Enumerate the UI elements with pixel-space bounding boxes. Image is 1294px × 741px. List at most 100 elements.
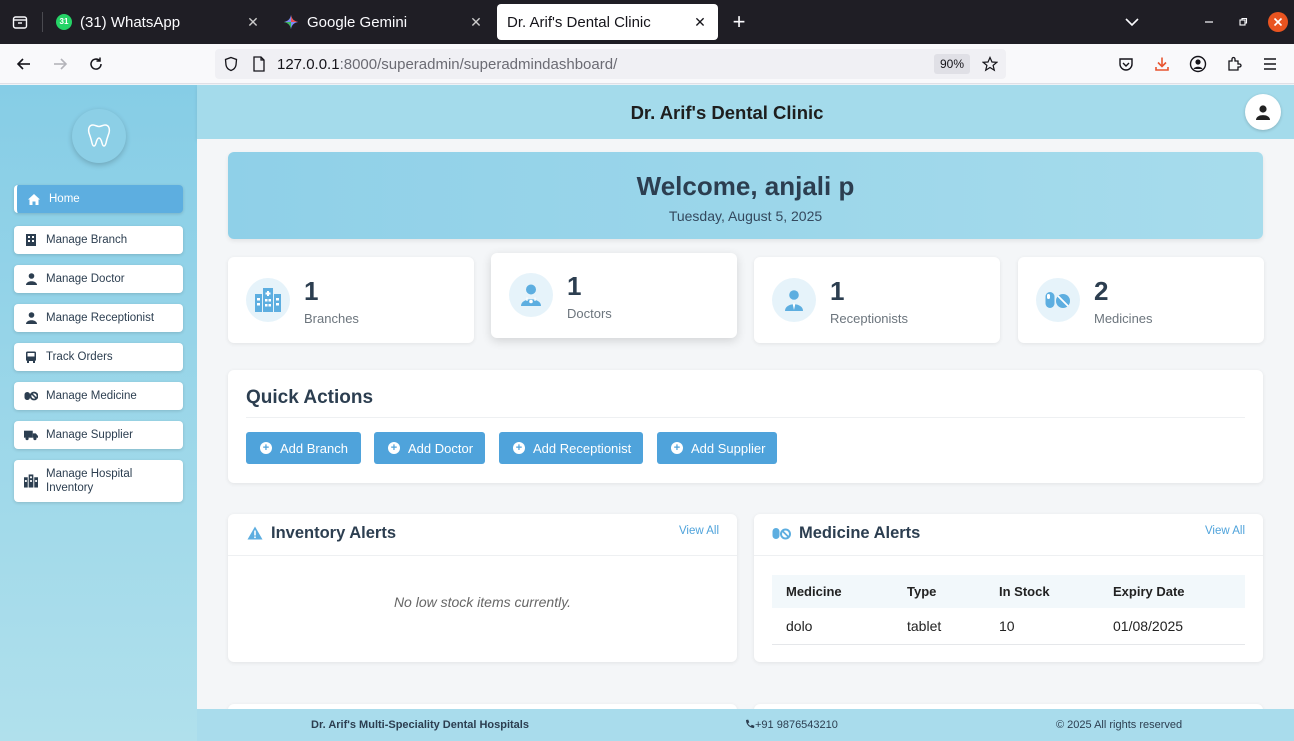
tab-dental-clinic[interactable]: Dr. Arif's Dental Clinic ✕ — [497, 4, 718, 40]
doctor-icon — [509, 273, 553, 317]
plus-circle-icon: + — [671, 442, 683, 454]
column-header: Type — [893, 575, 985, 608]
medicine-alerts-title: Medicine Alerts — [799, 524, 921, 542]
close-window-icon[interactable] — [1266, 10, 1290, 34]
tooth-logo-icon[interactable] — [72, 109, 126, 163]
table-cell: dolo — [772, 608, 893, 645]
sidebar-item-label: Manage Hospital Inventory — [46, 468, 133, 494]
plus-circle-icon: + — [260, 442, 272, 454]
add-doctor-button[interactable]: + Add Doctor — [374, 432, 485, 464]
sidebar-item-manage-receptionist[interactable]: Manage Receptionist — [14, 304, 183, 332]
footer: Dr. Arif's Multi-Speciality Dental Hospi… — [197, 709, 1294, 741]
whatsapp-icon: 31 — [56, 14, 72, 30]
footer-phone: +91 9876543210 — [745, 719, 838, 731]
button-label: Add Receptionist — [533, 440, 632, 456]
home-icon — [27, 192, 41, 206]
column-header: In Stock — [985, 575, 1099, 608]
phone-icon — [746, 719, 755, 728]
sidebar-item-manage-supplier[interactable]: Manage Supplier — [14, 421, 183, 449]
truck-icon — [24, 428, 38, 442]
url-host: 127.0.0.1 — [277, 56, 340, 73]
welcome-heading: Welcome, anjali p — [636, 171, 855, 201]
inventory-alerts-title: Inventory Alerts — [271, 524, 397, 542]
tab-title: (31) WhatsApp — [80, 13, 181, 31]
stat-card-doctors[interactable]: 1 Doctors — [491, 253, 737, 338]
sidebar-item-track-orders[interactable]: Track Orders — [14, 343, 183, 371]
warning-icon — [246, 524, 264, 542]
table-cell: 01/08/2025 — [1099, 608, 1245, 645]
bookmark-star-icon[interactable] — [978, 52, 1002, 76]
pills-icon — [1036, 278, 1080, 322]
pocket-icon[interactable] — [1114, 52, 1138, 76]
sidebar-item-manage-doctor[interactable]: Manage Doctor — [14, 265, 183, 293]
tab-gemini[interactable]: Google Gemini ✕ — [273, 4, 494, 40]
stat-label: Medicines — [1094, 311, 1153, 326]
new-tab-icon[interactable]: + — [727, 9, 751, 34]
medicine-alerts-panel: Medicine Alerts View All Medicine Type I… — [754, 514, 1263, 662]
add-receptionist-button[interactable]: + Add Receptionist — [499, 432, 643, 464]
stat-value: 1 — [304, 276, 319, 306]
menu-icon[interactable] — [1258, 52, 1282, 76]
restore-icon[interactable] — [1231, 10, 1255, 34]
sidebar-item-home[interactable]: Home — [14, 185, 183, 213]
view-all-link[interactable]: View All — [679, 525, 719, 537]
back-icon[interactable] — [12, 52, 36, 76]
minimize-icon[interactable] — [1197, 10, 1221, 34]
add-supplier-button[interactable]: + Add Supplier — [657, 432, 777, 464]
medicine-alerts-table: Medicine Type In Stock Expiry Date dolo … — [772, 575, 1245, 645]
person-icon — [24, 311, 38, 325]
tab-separator — [42, 12, 43, 32]
footer-hospital-name: Dr. Arif's Multi-Speciality Dental Hospi… — [311, 719, 529, 731]
forward-icon[interactable] — [48, 52, 72, 76]
stat-value: 1 — [830, 276, 845, 306]
url-text[interactable]: 127.0.0.1:8000/superadmin/superadmindash… — [277, 56, 617, 73]
stat-card-branches[interactable]: 1 Branches — [228, 257, 474, 343]
add-branch-button[interactable]: + Add Branch — [246, 432, 361, 464]
extensions-icon[interactable] — [1222, 52, 1246, 76]
sidebar-item-manage-medicine[interactable]: Manage Medicine — [14, 382, 183, 410]
download-icon[interactable] — [1150, 52, 1174, 76]
column-header: Expiry Date — [1099, 575, 1245, 608]
zoom-level-badge[interactable]: 90% — [933, 54, 970, 74]
pills-icon — [24, 389, 38, 403]
chevron-down-icon[interactable] — [1120, 10, 1144, 34]
empty-state-message: No low stock items currently. — [393, 594, 572, 610]
sidebar-item-label: Manage Receptionist — [46, 312, 155, 324]
reload-icon[interactable] — [84, 52, 108, 76]
user-menu-button[interactable] — [1245, 94, 1281, 130]
close-icon[interactable]: ✕ — [245, 14, 261, 30]
quick-actions-title: Quick Actions — [246, 387, 374, 408]
url-path: :8000/superadmin/superadmindashboard/ — [339, 56, 618, 73]
stat-card-receptionists[interactable]: 1 Receptionists — [754, 257, 1000, 343]
sidebar-item-label: Manage Branch — [46, 234, 128, 246]
sidebar-item-label: Home — [49, 193, 80, 205]
page-icon[interactable] — [247, 52, 271, 76]
account-icon[interactable] — [1186, 52, 1210, 76]
close-icon[interactable]: ✕ — [468, 14, 484, 30]
view-all-link[interactable]: View All — [1205, 525, 1245, 537]
close-icon[interactable]: ✕ — [692, 14, 708, 30]
current-date: Tuesday, August 5, 2025 — [668, 208, 823, 224]
pills-icon — [771, 524, 791, 542]
tab-whatsapp[interactable]: 31 (31) WhatsApp ✕ — [46, 4, 271, 40]
sidebar-item-manage-branch[interactable]: Manage Branch — [14, 226, 183, 254]
table-cell: tablet — [893, 608, 985, 645]
url-bar[interactable]: 127.0.0.1:8000/superadmin/superadmindash… — [215, 49, 1006, 79]
footer-copyright: © 2025 All rights reserved — [1056, 719, 1183, 731]
shield-icon[interactable] — [219, 52, 243, 76]
button-label: Add Branch — [280, 440, 348, 456]
browser-nav-bar: 127.0.0.1:8000/superadmin/superadmindash… — [0, 44, 1294, 84]
inventory-alerts-panel: Inventory Alerts View All No low stock i… — [228, 514, 737, 662]
stat-card-medicines[interactable]: 2 Medicines — [1018, 257, 1264, 343]
stat-value: 1 — [567, 271, 582, 301]
doctor-icon — [24, 272, 38, 286]
tab-title: Google Gemini — [307, 13, 408, 31]
gemini-icon — [283, 14, 299, 30]
user-icon — [1256, 104, 1270, 120]
plus-circle-icon: + — [513, 442, 525, 454]
tab-overview-icon[interactable] — [8, 10, 32, 34]
browser-tab-bar: 31 (31) WhatsApp ✕ Google Gemini ✕ Dr. A… — [0, 0, 1294, 44]
building-icon — [24, 233, 38, 247]
plus-circle-icon: + — [388, 442, 400, 454]
sidebar-item-manage-hospital-inventory[interactable]: Manage Hospital Inventory — [14, 460, 183, 502]
